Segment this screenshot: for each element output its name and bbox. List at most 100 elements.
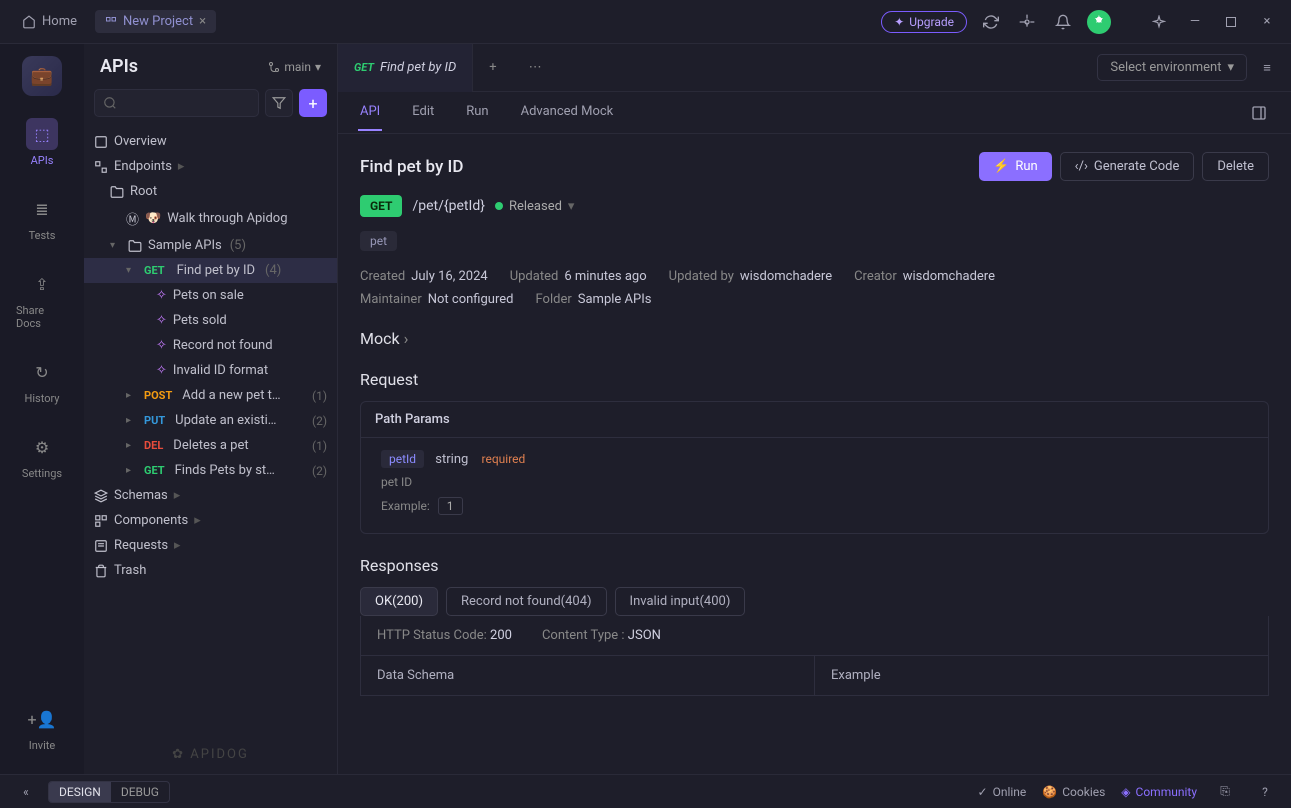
cookies-button[interactable]: 🍪Cookies [1042, 785, 1105, 799]
tree-mock-item[interactable]: ✧Pets on sale [84, 283, 337, 308]
method-del: DEL [144, 439, 163, 452]
nav-apis[interactable]: ⬚ APIs [12, 114, 72, 171]
tree-trash[interactable]: Trash [84, 558, 337, 583]
layout-icon[interactable]: ≡ [1255, 56, 1279, 80]
param-required: required [482, 452, 526, 466]
tree-components[interactable]: Components▸ [84, 508, 337, 533]
response-tab-400[interactable]: Invalid input(400) [615, 587, 746, 616]
response-tab-200[interactable]: OK(200) [360, 587, 438, 616]
status-label: Released [509, 199, 562, 214]
add-button[interactable]: + [299, 89, 327, 117]
data-schema-heading: Data Schema [361, 656, 815, 695]
branch-selector[interactable]: main ▾ [268, 60, 321, 74]
generate-code-button[interactable]: ‹/›Generate Code [1060, 152, 1195, 181]
nav-share[interactable]: ⇪ Share Docs [12, 264, 72, 334]
collapse-icon[interactable]: « [14, 780, 38, 804]
upgrade-label: Upgrade [909, 15, 954, 29]
meta-updatedby: Updated bywisdomchadere [669, 269, 832, 284]
chevron-down-icon: ▾ [1227, 60, 1234, 75]
panel-icon[interactable] [1247, 101, 1271, 125]
delete-label: Delete [1217, 159, 1254, 174]
endpoints-label: Endpoints [114, 159, 172, 174]
find-pet-count: (4) [265, 263, 281, 278]
subtab-run[interactable]: Run [464, 94, 490, 131]
run-button[interactable]: ⚡Run [979, 152, 1052, 181]
mode-debug[interactable]: DEBUG [111, 782, 169, 802]
tree-endpoint-item[interactable]: ▸GETFinds Pets by st…(2) [84, 458, 337, 483]
tree-walkthrough[interactable]: Ⓜ 🐶 Walk through Apidog [84, 204, 337, 233]
delete-button[interactable]: Delete [1202, 152, 1269, 181]
tree-overview[interactable]: Overview [84, 129, 337, 154]
method-get: GET [144, 264, 165, 277]
status-selector[interactable]: Released▾ [495, 199, 575, 214]
tree-root[interactable]: Root [84, 179, 337, 204]
nav-invite[interactable]: +👤 Invite [12, 699, 72, 756]
nav-tests-label: Tests [29, 229, 56, 242]
home-button[interactable]: Home [12, 10, 87, 33]
mode-toggle: DESIGN DEBUG [48, 781, 170, 803]
minimize-icon[interactable]: — [1183, 10, 1207, 34]
bell-icon[interactable] [1051, 10, 1075, 34]
more-icon[interactable]: ⋯ [513, 60, 558, 75]
tree-endpoint-item[interactable]: ▸POSTAdd a new pet t…(1) [84, 383, 337, 408]
avatar[interactable] [1087, 10, 1111, 34]
dog-icon: 🐶 [145, 211, 161, 226]
nav-settings[interactable]: ⚙ Settings [12, 427, 72, 484]
tree-find-pet[interactable]: ▾ GET Find pet by ID (4) [84, 258, 337, 283]
mode-design[interactable]: DESIGN [49, 782, 111, 802]
sample-apis-count: (5) [230, 238, 246, 253]
chevron-right-icon: ▸ [126, 440, 138, 451]
tree-mock-item[interactable]: ✧Pets sold [84, 308, 337, 333]
tree-mock-item[interactable]: ✧Invalid ID format [84, 358, 337, 383]
chevron-down-icon: ▾ [315, 60, 321, 74]
tag-chip[interactable]: pet [360, 231, 397, 251]
nav-tests[interactable]: ≣ Tests [12, 189, 72, 246]
nav-history[interactable]: ↻ History [12, 352, 72, 409]
add-tab-button[interactable]: + [473, 60, 512, 75]
tree-sample-apis[interactable]: ▾ Sample APIs (5) [84, 233, 337, 258]
meta-folder: FolderSample APIs [535, 292, 651, 307]
tree-schemas[interactable]: Schemas▸ [84, 483, 337, 508]
endpoint-label: Deletes a pet [173, 438, 248, 453]
overview-label: Overview [114, 134, 167, 149]
settings-icon: ⚙ [26, 431, 58, 463]
subtab-api[interactable]: API [358, 94, 382, 131]
window-close-icon[interactable]: × [1255, 10, 1279, 34]
mock-icon: ✧ [156, 313, 167, 328]
tree-requests[interactable]: Requests▸ [84, 533, 337, 558]
main-tab[interactable]: GET Find pet by ID [338, 44, 473, 92]
tab-title: Find pet by ID [380, 60, 456, 75]
nav-apis-label: APIs [31, 154, 54, 167]
environment-selector[interactable]: Select environment ▾ [1097, 54, 1247, 81]
help-icon[interactable]: ? [1253, 780, 1277, 804]
meta-updated: Updated6 minutes ago [510, 269, 647, 284]
maximize-icon[interactable] [1219, 10, 1243, 34]
close-icon[interactable]: × [199, 14, 206, 29]
run-label: Run [1015, 159, 1037, 174]
pin-icon[interactable] [1147, 10, 1171, 34]
refresh-icon[interactable] [979, 10, 1003, 34]
subtab-advanced-mock[interactable]: Advanced Mock [519, 94, 616, 131]
tree-endpoints[interactable]: Endpoints ▸ [84, 154, 337, 179]
gift-icon[interactable]: ⎘ [1213, 780, 1237, 804]
chevron-right-icon: › [404, 329, 409, 348]
tree-endpoint-item[interactable]: ▸DELDeletes a pet(1) [84, 433, 337, 458]
meta-created: CreatedJuly 16, 2024 [360, 269, 488, 284]
app-logo: 💼 [22, 56, 62, 96]
community-button[interactable]: ◈Community [1121, 785, 1197, 799]
tree-endpoint-item[interactable]: ▸PUTUpdate an existi…(2) [84, 408, 337, 433]
subtab-edit[interactable]: Edit [410, 94, 436, 131]
request-heading: Request [360, 370, 1269, 389]
project-tab[interactable]: New Project × [95, 10, 216, 33]
upgrade-button[interactable]: ✦ Upgrade [881, 11, 967, 33]
tree-mock-item[interactable]: ✧Record not found [84, 333, 337, 358]
gear-icon[interactable] [1015, 10, 1039, 34]
response-tab-404[interactable]: Record not found(404) [446, 587, 607, 616]
search-input[interactable] [94, 89, 259, 117]
filter-button[interactable] [265, 89, 293, 117]
page-title: Find pet by ID [360, 157, 463, 177]
meta-maintainer: MaintainerNot configured [360, 292, 513, 307]
mock-section[interactable]: Mock› [360, 329, 1269, 348]
cookies-label: Cookies [1062, 785, 1105, 799]
online-indicator[interactable]: ✓Online [978, 785, 1027, 799]
